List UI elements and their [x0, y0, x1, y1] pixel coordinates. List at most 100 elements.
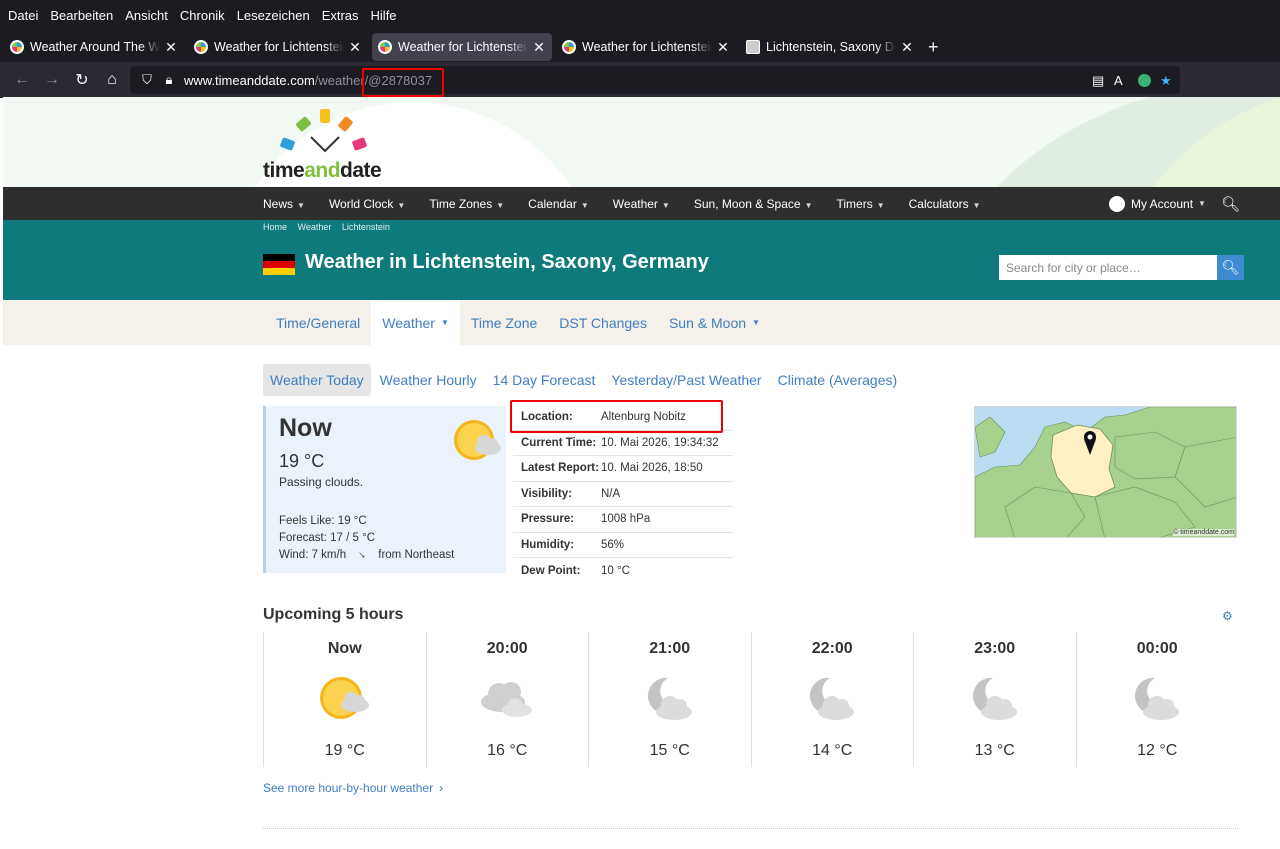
- home-icon[interactable]: ⌂: [98, 66, 126, 94]
- url-highlight-box: [362, 68, 444, 97]
- tab-label: Weather for Lichtenstein/: [214, 40, 344, 54]
- tab-label: Lichtenstein, Saxony Daily: [766, 40, 896, 54]
- detail-row-current-time: Current Time: 10. Mai 2026, 19:34:32: [513, 431, 733, 456]
- menu-bearbeiten[interactable]: Bearbeiten: [44, 0, 119, 32]
- close-tab-icon[interactable]: ✕: [348, 39, 362, 56]
- tab-label: Weather Around The Wor: [30, 40, 160, 54]
- map-credit: © timeanddate.com: [1173, 529, 1234, 536]
- wind-arrow-icon: ↓: [355, 548, 369, 562]
- breadcrumb-weather[interactable]: Weather: [298, 222, 332, 232]
- back-icon[interactable]: ←: [8, 66, 36, 94]
- moon-cloud-icon: [647, 677, 692, 720]
- nav-world-clock[interactable]: World Clock ▼: [317, 197, 417, 211]
- menu-lesezeichen[interactable]: Lesezeichen: [231, 0, 316, 32]
- logo-text: timeanddate: [263, 159, 382, 182]
- more-hourly-link[interactable]: See more hour-by-hour weather ›: [263, 781, 443, 795]
- hour-column: 21:00 15 °C: [588, 632, 751, 767]
- clouds-icon: [481, 682, 533, 717]
- city-search-button[interactable]: 🔍︎: [1217, 255, 1244, 280]
- search-icon[interactable]: 🔍︎: [1221, 195, 1240, 213]
- feels-like: Feels Like: 19 °C: [279, 515, 367, 527]
- nav-sun-moon-space[interactable]: Sun, Moon & Space ▼: [682, 197, 825, 211]
- detail-row-humidity: Humidity: 56%: [513, 533, 733, 558]
- subnav-sun-moon[interactable]: Sun & Moon ▼: [658, 300, 771, 345]
- nav-timers[interactable]: Timers ▼: [825, 197, 897, 211]
- doc-favicon-icon: [746, 40, 760, 54]
- section-divider: [263, 828, 1238, 829]
- tab-14-day-forecast[interactable]: 14 Day Forecast: [486, 364, 603, 396]
- my-account-menu[interactable]: My Account ▼: [1109, 187, 1206, 220]
- sun-cloud-icon: [319, 677, 369, 719]
- subnav-time-zone[interactable]: Time Zone: [460, 300, 548, 345]
- close-tab-icon[interactable]: ✕: [716, 39, 730, 56]
- nav-calendar[interactable]: Calendar ▼: [516, 197, 601, 211]
- breadcrumb-lichtenstein[interactable]: Lichtenstein: [342, 222, 390, 232]
- menu-hilfe[interactable]: Hilfe: [365, 0, 403, 32]
- city-search-input[interactable]: [999, 255, 1217, 280]
- subnav-weather[interactable]: Weather ▼: [371, 300, 460, 345]
- tab-weather-today[interactable]: Weather Today: [263, 364, 371, 396]
- moon-cloud-icon: [1135, 677, 1180, 720]
- current-conditions-panel: Now 19 °C Passing clouds. Feels Like: 19…: [263, 406, 506, 573]
- hour-column: Now 19 °C: [263, 632, 426, 767]
- breadcrumb-home[interactable]: Home: [263, 222, 287, 232]
- browser-tab[interactable]: Weather Around The Wor ✕: [4, 33, 184, 61]
- tab-weather-hourly[interactable]: Weather Hourly: [373, 364, 484, 396]
- now-condition: Passing clouds.: [279, 475, 364, 489]
- tad-favicon-icon: [562, 40, 576, 54]
- reader-view-icon[interactable]: ▤: [1092, 73, 1104, 89]
- menu-datei[interactable]: Datei: [2, 0, 44, 32]
- gear-icon[interactable]: ⚙: [1222, 609, 1233, 623]
- reload-icon[interactable]: ↻: [68, 66, 96, 94]
- chevron-right-icon: ›: [439, 781, 444, 795]
- tab-past-weather[interactable]: Yesterday/Past Weather: [604, 364, 768, 396]
- weather-tabs: Weather Today Weather Hourly 14 Day Fore…: [263, 364, 906, 396]
- nav-weather[interactable]: Weather ▼: [601, 197, 682, 211]
- close-tab-icon[interactable]: ✕: [164, 39, 178, 56]
- menu-bar: Datei Bearbeiten Ansicht Chronik Lesezei…: [0, 0, 1280, 32]
- bookmark-star-icon[interactable]: ★: [1160, 73, 1172, 89]
- menu-extras[interactable]: Extras: [316, 0, 365, 32]
- hour-column: 22:00 14 °C: [750, 632, 914, 767]
- shield-icon[interactable]: ⛉: [136, 72, 158, 88]
- close-tab-icon[interactable]: ✕: [900, 39, 914, 56]
- hour-column: 23:00 13 °C: [913, 632, 1076, 767]
- hour-column: 20:00 16 °C: [425, 632, 589, 767]
- sun-cloud-icon: [454, 420, 501, 460]
- site-header: timeanddate: [3, 97, 1280, 187]
- nav-news[interactable]: News ▼: [263, 197, 317, 211]
- browser-tab[interactable]: Weather for Lichtenstein/ ✕: [188, 33, 368, 61]
- now-heading: Now: [279, 414, 332, 442]
- sub-nav: Time/General Weather ▼ Time Zone DST Chan…: [3, 300, 1280, 345]
- browser-tab[interactable]: Weather for Lichtenstein, ✕: [556, 33, 736, 61]
- nav-calculators[interactable]: Calculators ▼: [897, 197, 993, 211]
- detail-row-dew-point: Dew Point: 10 °C: [521, 564, 630, 577]
- tab-strip: Weather Around The Wor ✕ Weather for Lic…: [0, 32, 1280, 62]
- site-logo[interactable]: timeanddate: [263, 101, 393, 185]
- tab-label: Weather for Lichtenstein,: [398, 40, 528, 54]
- tab-climate[interactable]: Climate (Averages): [771, 364, 905, 396]
- forward-icon[interactable]: →: [38, 66, 66, 94]
- browser-tab[interactable]: Lichtenstein, Saxony Daily ✕: [740, 33, 920, 61]
- subnav-time-general[interactable]: Time/General: [265, 300, 371, 345]
- nav-time-zones[interactable]: Time Zones ▼: [417, 197, 516, 211]
- detail-row-pressure: Pressure: 1008 hPa: [513, 507, 733, 533]
- new-tab-icon[interactable]: +: [928, 37, 939, 58]
- hour-column: 00:00 12 °C: [1075, 632, 1239, 767]
- menu-chronik[interactable]: Chronik: [174, 0, 231, 32]
- location-map[interactable]: © timeanddate.com: [974, 406, 1237, 538]
- browser-tab-active[interactable]: Weather for Lichtenstein, ✕: [372, 33, 552, 61]
- subnav-dst-changes[interactable]: DST Changes: [548, 300, 658, 345]
- menu-ansicht[interactable]: Ansicht: [119, 0, 174, 32]
- wind-info: Wind: 7 km/h ↓ from Northeast: [279, 548, 455, 562]
- translate-icon[interactable]: A: [1114, 73, 1123, 88]
- url-bar[interactable]: ⛉ 🔒︎ www.timeanddate.com/weather/@287803…: [130, 66, 1180, 94]
- upcoming-hours-title: Upcoming 5 hours: [263, 606, 404, 623]
- tad-favicon-icon: [10, 40, 24, 54]
- moon-cloud-icon: [810, 677, 855, 720]
- lock-icon[interactable]: 🔒︎: [158, 72, 180, 88]
- location-highlight-box: [510, 400, 723, 433]
- close-tab-icon[interactable]: ✕: [532, 39, 546, 56]
- tad-favicon-icon: [194, 40, 208, 54]
- extension-icon[interactable]: [1138, 74, 1151, 87]
